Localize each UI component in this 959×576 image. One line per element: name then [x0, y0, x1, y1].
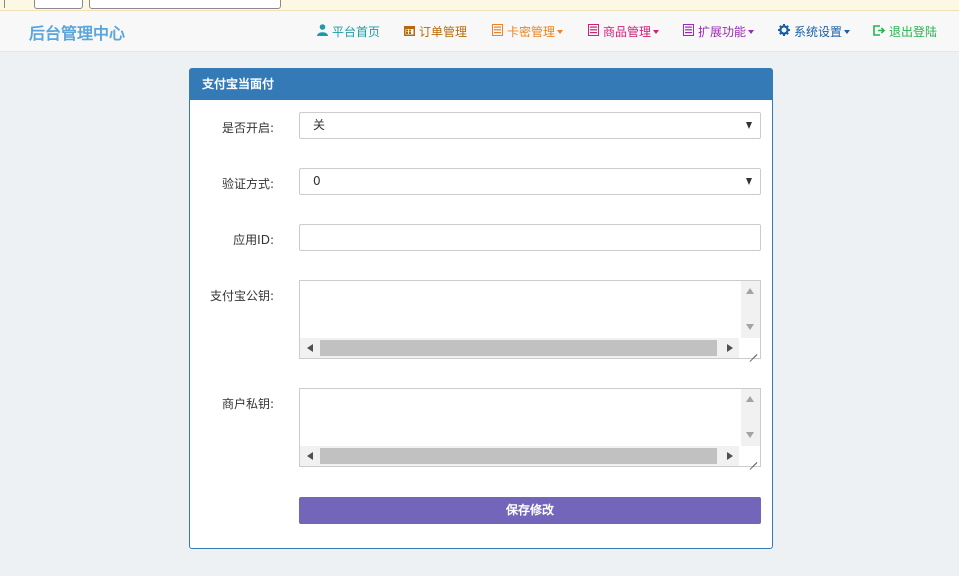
panel-title: 支付宝当面付 [190, 69, 772, 100]
top-notice-strip [0, 0, 959, 11]
merchant-privkey-label: 商户私钥: [221, 397, 274, 411]
enabled-select[interactable]: 关 [299, 112, 761, 139]
nav-orders[interactable]: 订单管理 [404, 11, 467, 52]
nav-settings[interactable]: 系统设置 [778, 11, 851, 52]
vertical-scrollbar[interactable] [741, 281, 760, 339]
nav-home-label: 平台首页 [332, 25, 381, 39]
chevron-down-icon [844, 29, 851, 34]
strip-button-2[interactable] [89, 0, 281, 9]
dropdown-arrow-icon [746, 122, 752, 129]
nav-orders-label: 订单管理 [419, 25, 468, 39]
nav-cards-label: 卡密管理 [507, 25, 556, 39]
resize-handle-icon[interactable] [739, 446, 760, 466]
verify-select-value: 0 [313, 174, 321, 188]
horizontal-scrollbar[interactable] [300, 446, 741, 466]
nav-products-label: 商品管理 [603, 25, 652, 39]
scroll-up-icon[interactable] [746, 288, 754, 294]
scroll-up-icon[interactable] [746, 396, 754, 402]
merchant-privkey-textarea[interactable] [299, 388, 761, 467]
scroll-thumb[interactable] [320, 448, 717, 464]
calendar-icon [404, 25, 415, 39]
nav-products[interactable]: 商品管理 [588, 11, 660, 52]
alipay-pubkey-textarea[interactable] [299, 280, 761, 359]
horizontal-scrollbar[interactable] [300, 338, 741, 358]
enabled-select-value: 关 [313, 118, 326, 132]
list-icon [492, 24, 503, 39]
alipay-f2f-panel: 支付宝当面付 是否开启: 关 验证方式: 0 应用ID: 支付宝公钥: 商户私钥… [189, 68, 773, 549]
nav-logout-label: 退出登陆 [889, 25, 938, 39]
enabled-label: 是否开启: [221, 121, 274, 135]
nav-cards[interactable]: 卡密管理 [492, 11, 564, 52]
scroll-left-icon[interactable] [307, 452, 313, 460]
chevron-down-icon [557, 29, 564, 34]
nav-extensions-label: 扩展功能 [698, 25, 747, 39]
verify-label: 验证方式: [221, 177, 274, 191]
logout-icon [873, 24, 886, 39]
scroll-left-icon[interactable] [307, 344, 313, 352]
alipay-pubkey-label: 支付宝公钥: [209, 289, 274, 303]
verify-select[interactable]: 0 [299, 168, 761, 195]
scroll-thumb[interactable] [320, 340, 717, 356]
strip-edge [0, 0, 5, 8]
appid-input[interactable] [299, 224, 761, 251]
gear-icon [778, 24, 790, 39]
scroll-down-icon[interactable] [746, 432, 754, 438]
chevron-down-icon [748, 29, 755, 34]
nav-extensions[interactable]: 扩展功能 [683, 11, 755, 52]
scroll-right-icon[interactable] [727, 344, 733, 352]
dropdown-arrow-icon [746, 178, 752, 185]
nav-settings-label: 系统设置 [794, 25, 843, 39]
strip-button-1[interactable] [34, 0, 83, 9]
resize-handle-icon[interactable] [739, 338, 760, 358]
list-icon [588, 24, 599, 39]
vertical-scrollbar[interactable] [741, 389, 760, 447]
scroll-right-icon[interactable] [727, 452, 733, 460]
scroll-down-icon[interactable] [746, 324, 754, 330]
save-button[interactable]: 保存修改 [299, 497, 761, 524]
appid-label: 应用ID: [233, 233, 274, 247]
user-icon [317, 24, 328, 39]
navbar: 后台管理中心 平台首页 订单管理 卡密管理 商品管理 扩展功能 系统设置 退出登… [0, 11, 959, 52]
list-icon [683, 24, 694, 39]
nav-home[interactable]: 平台首页 [317, 11, 380, 52]
chevron-down-icon [653, 29, 660, 34]
nav-logout[interactable]: 退出登陆 [873, 11, 937, 52]
brand-title[interactable]: 后台管理中心 [29, 20, 125, 44]
